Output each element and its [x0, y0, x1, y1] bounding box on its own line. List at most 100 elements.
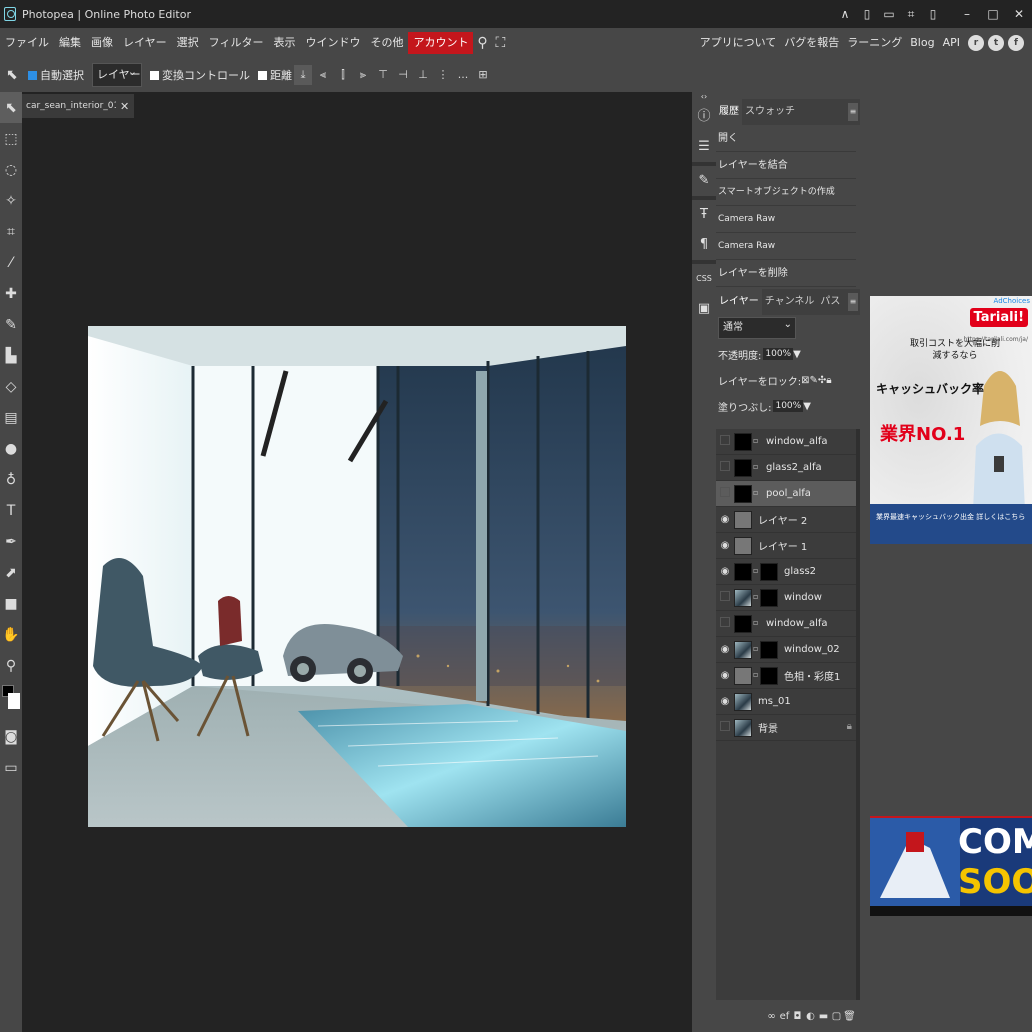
layer-row[interactable]: ◉ ▫ window_02 [716, 637, 856, 663]
canvas-image[interactable] [88, 326, 626, 827]
twitter-icon[interactable]: t [988, 35, 1004, 51]
panel-menu-icon[interactable]: ≡ [848, 103, 858, 121]
hand-tool[interactable]: ✋ [0, 619, 22, 650]
eye-icon[interactable]: ◉ [716, 566, 734, 577]
align-middle-v-icon[interactable]: ⊣ [394, 65, 412, 85]
reddit-icon[interactable]: r [968, 35, 984, 51]
opacity-dropdown-icon[interactable]: ▼ [793, 349, 801, 360]
menu-report-bug[interactable]: バグを報告 [780, 32, 843, 54]
ad-banner-top[interactable]: AdChoices Tariali! https://tarilali.com/… [870, 296, 1032, 544]
history-item[interactable]: Camera Raw [716, 233, 856, 260]
visibility-toggle[interactable] [716, 721, 734, 734]
menu-view[interactable]: 表示 [268, 32, 300, 54]
close-button[interactable]: ✕ [1006, 7, 1032, 21]
layer-row[interactable]: ▫ glass2_alfa [716, 455, 856, 481]
adchoices-label[interactable]: AdChoices [994, 297, 1030, 305]
brush-tool[interactable]: ✎ [0, 309, 22, 340]
paragraph-icon[interactable]: ¶ [692, 230, 716, 260]
panel-menu-icon[interactable]: ≡ [848, 293, 858, 311]
eye-icon[interactable]: ◉ [716, 540, 734, 551]
eye-icon[interactable]: ◉ [716, 670, 734, 681]
device-icon[interactable]: ▯ [922, 7, 944, 21]
grid-icon[interactable]: ⊞ [474, 65, 492, 85]
menu-api[interactable]: API [939, 32, 964, 54]
adjustments-icon[interactable]: ☰ [692, 132, 716, 162]
history-item[interactable]: レイヤーを結合 [716, 152, 856, 179]
tab-channels[interactable]: チャンネル [762, 289, 818, 315]
menu-layer[interactable]: レイヤー [118, 32, 172, 54]
type-tool[interactable]: T [0, 495, 22, 526]
align-top-icon[interactable]: ⊤ [374, 65, 392, 85]
history-item[interactable]: 開く [716, 125, 856, 152]
collapse-icon[interactable]: ‹› [692, 92, 716, 102]
new-layer-icon[interactable]: ▢ [830, 1011, 843, 1022]
menu-filter[interactable]: フィルター [204, 32, 269, 54]
layer-row[interactable]: ◉ ms_01 [716, 689, 856, 715]
layer-row[interactable]: ▫ window [716, 585, 856, 611]
pen-tool[interactable]: ✒ [0, 526, 22, 557]
lock-all-icon[interactable]: 🔒︎ [826, 375, 831, 386]
layer-row[interactable]: 背景 🔒︎ [716, 715, 856, 741]
healing-tool[interactable]: ✚ [0, 278, 22, 309]
menu-window[interactable]: ウインドウ [300, 32, 365, 54]
opacity-input[interactable]: 100% [763, 348, 794, 360]
shape-tool[interactable]: ■ [0, 588, 22, 619]
background-color[interactable] [8, 693, 20, 709]
auto-select-target-dropdown[interactable]: レイヤー [92, 61, 142, 87]
ad-banner-bottom[interactable]: COMIN SOON [870, 816, 1032, 916]
phone-icon[interactable]: ▯ [856, 7, 878, 21]
tab-layers[interactable]: レイヤー [716, 289, 762, 315]
quick-mask-tool[interactable]: ◙ [0, 721, 22, 752]
visibility-toggle[interactable] [716, 591, 734, 604]
zoom-tool[interactable]: ⚲ [0, 650, 22, 681]
menu-select[interactable]: 選択 [172, 32, 204, 54]
magic-wand-tool[interactable]: ✧ [0, 185, 22, 216]
eye-icon[interactable]: ◉ [716, 644, 734, 655]
brush-settings-icon[interactable]: ✎ [692, 166, 716, 196]
layer-row[interactable]: ◉ レイヤー 2 [716, 507, 856, 533]
document-icon[interactable]: ▭ [878, 7, 900, 21]
search-icon[interactable]: ⚲ [473, 32, 491, 54]
chevron-up-icon[interactable]: ∧ [834, 7, 856, 21]
layer-row[interactable]: ▫ window_alfa [716, 429, 856, 455]
image-icon[interactable]: ▣ [692, 294, 716, 324]
stamp-tool[interactable]: ▙ [0, 340, 22, 371]
eye-icon[interactable]: ◉ [716, 514, 734, 525]
layer-row[interactable]: ◉ ▫ 色相・彩度1 [716, 663, 856, 689]
facebook-icon[interactable]: f [1008, 35, 1024, 51]
lock-transparency-icon[interactable]: ⊠ [801, 375, 809, 386]
ad-footer[interactable]: 業界最速キャッシュバック出金 詳しくはこちら [870, 504, 1032, 544]
align-right-icon[interactable]: ⫸ [354, 65, 372, 85]
tab-paths[interactable]: パス [817, 289, 843, 315]
layer-style-icon[interactable]: ef [778, 1011, 791, 1022]
color-swatches[interactable] [0, 681, 22, 721]
add-mask-icon[interactable]: ◘ [791, 1011, 804, 1022]
history-item[interactable]: レイヤーを削除 [716, 260, 856, 287]
menu-image[interactable]: 画像 [86, 32, 118, 54]
path-select-tool[interactable]: ⬈ [0, 557, 22, 588]
history-item[interactable]: Camera Raw [716, 206, 856, 233]
fullscreen-icon[interactable]: ⛶ [491, 32, 509, 54]
marquee-tool[interactable]: ⬚ [0, 123, 22, 154]
menu-account[interactable]: アカウント [408, 32, 474, 54]
align-download-icon[interactable]: ⤓ [294, 65, 312, 85]
tab-history[interactable]: 履歴 [716, 99, 742, 125]
distance-checkbox[interactable] [258, 70, 267, 80]
menu-about[interactable]: アプリについて [696, 32, 781, 54]
move-tool-icon[interactable]: ⬉ [6, 67, 20, 83]
align-center-h-icon[interactable]: ⫿ [334, 65, 352, 85]
info-icon[interactable]: ⓘ [692, 102, 716, 132]
menu-edit[interactable]: 編集 [54, 32, 86, 54]
auto-select-checkbox[interactable] [28, 70, 37, 80]
puzzle-icon[interactable]: ⌗ [900, 7, 922, 22]
menu-more[interactable]: その他 [365, 32, 408, 54]
move-tool[interactable]: ⬉ [0, 92, 22, 123]
new-group-icon[interactable]: ▬ [817, 1011, 830, 1022]
layer-row[interactable]: ◉ ▫ glass2 [716, 559, 856, 585]
delete-layer-icon[interactable]: 🗑︎ [843, 1011, 856, 1022]
crop-tool[interactable]: ⌗ [0, 216, 22, 247]
blend-mode-dropdown[interactable]: 通常 [718, 315, 796, 339]
document-tab[interactable]: car_sean_interior_01_2.ps * ✕ [22, 94, 134, 118]
menu-learning[interactable]: ラーニング [843, 32, 906, 54]
lock-position-icon[interactable]: ✣ [818, 375, 826, 386]
